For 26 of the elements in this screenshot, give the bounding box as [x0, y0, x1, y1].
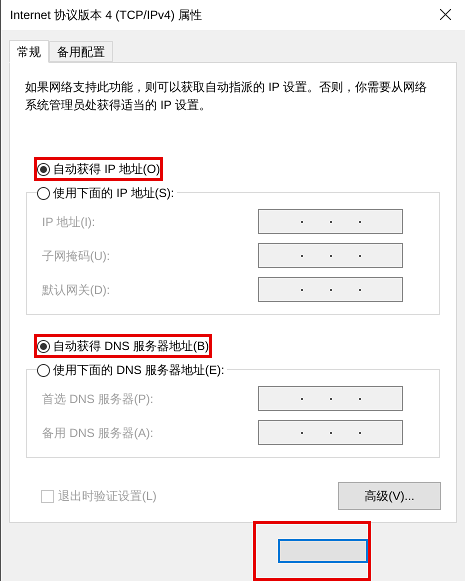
checkbox-label: 退出时验证设置(L): [58, 488, 157, 506]
field-label: IP 地址(I):: [42, 214, 96, 231]
window-title: Internet 协议版本 4 (TCP/IPv4) 属性: [10, 6, 202, 24]
radio-label: 使用下面的 DNS 服务器地址(E):: [53, 362, 224, 380]
ip-address-field[interactable]: [258, 386, 403, 412]
field-label: 子网掩码(U):: [42, 248, 111, 265]
description-text: 如果网络支持此功能，则可以获取自动指派的 IP 设置。否则，你需要从网络系统管理员处获得适当的 IP 设置。: [25, 79, 428, 114]
radio-button[interactable]: [37, 340, 50, 353]
tab[interactable]: 备用配置: [49, 41, 113, 62]
radio-button[interactable]: [37, 186, 50, 200]
radio-label: 自动获得 DNS 服务器地址(B): [53, 338, 209, 356]
radio-label: 使用下面的 IP 地址(S):: [53, 185, 174, 202]
advanced-button[interactable]: 高级(V)...: [338, 482, 441, 510]
field-label: 备用 DNS 服务器(A):: [42, 424, 154, 442]
radio-button[interactable]: [37, 364, 50, 377]
radio-button[interactable]: [37, 162, 50, 176]
field-label: 默认网关(D):: [42, 282, 111, 299]
tab[interactable]: 常规: [9, 40, 49, 64]
ip-address-field[interactable]: [258, 420, 403, 446]
ip-address-field[interactable]: [258, 209, 403, 234]
default-button[interactable]: [278, 539, 368, 563]
radio-label: 自动获得 IP 地址(O): [53, 161, 160, 178]
close-icon[interactable]: [440, 9, 451, 20]
ip-address-field[interactable]: [258, 243, 403, 268]
ip-address-field[interactable]: [258, 277, 403, 302]
field-label: 首选 DNS 服务器(P):: [42, 390, 154, 408]
